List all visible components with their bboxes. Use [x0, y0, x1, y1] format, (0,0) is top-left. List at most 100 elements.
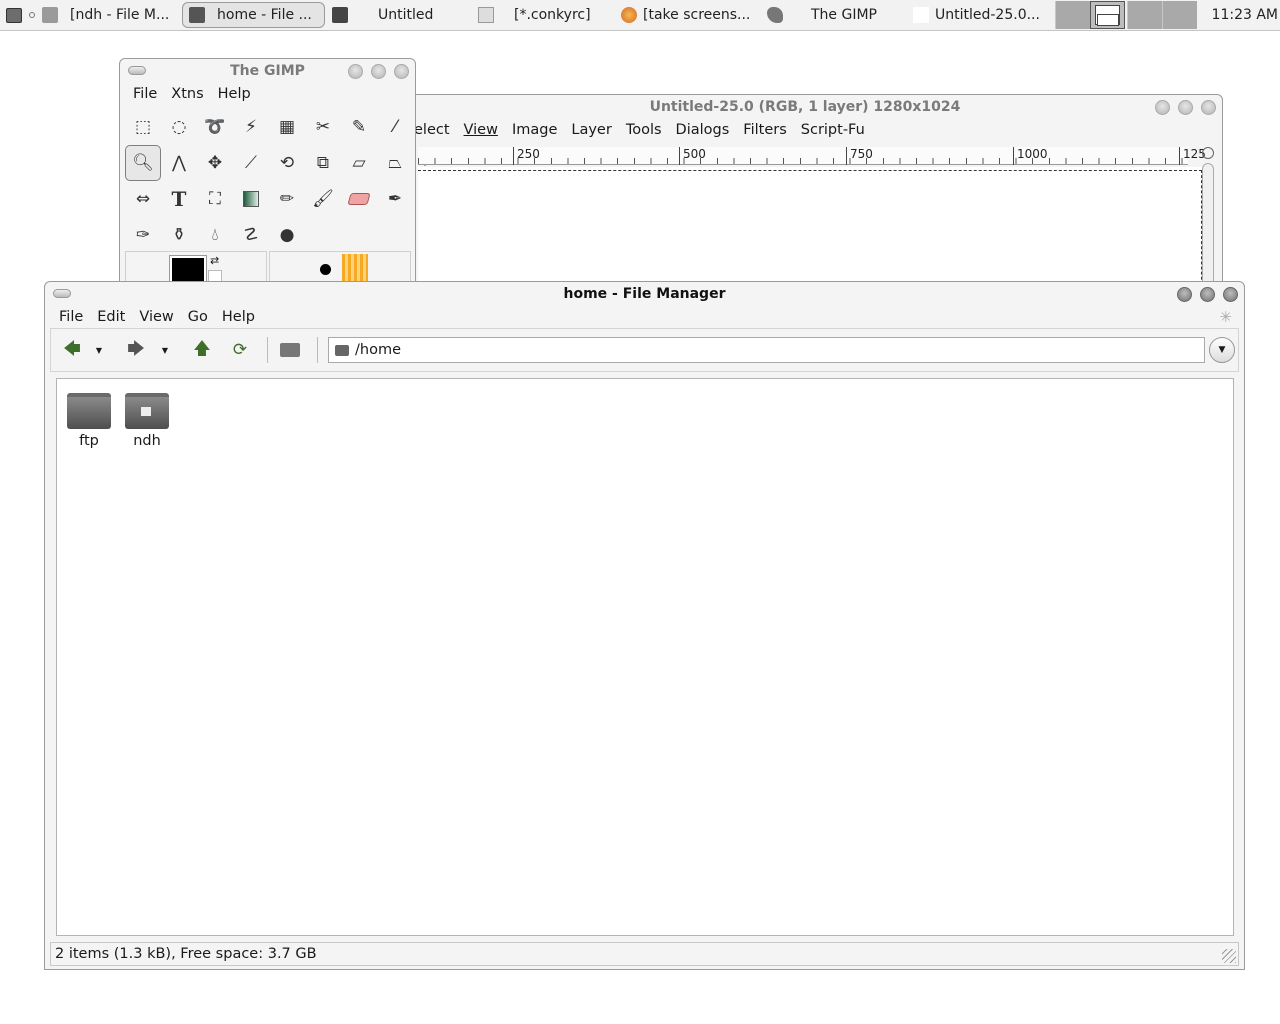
navigate-icon[interactable] — [1202, 147, 1214, 159]
menu-help[interactable]: Help — [222, 309, 255, 325]
workspace-2[interactable] — [1090, 1, 1125, 29]
home-button[interactable] — [277, 337, 303, 363]
pencil-icon[interactable]: ✏ — [269, 181, 305, 217]
menu-help[interactable]: Help — [218, 86, 251, 102]
dodge-burn-icon[interactable]: ● — [269, 217, 305, 253]
maximize-button[interactable] — [371, 64, 386, 79]
image-canvas[interactable] — [418, 167, 1202, 293]
file-manager-menubar: File Edit View Go Help — [45, 306, 1244, 328]
blur-icon[interactable]: 💧︎ — [197, 217, 233, 253]
fuzzy-select-icon[interactable]: ⚡ — [233, 109, 269, 145]
minimize-button[interactable] — [1155, 100, 1170, 115]
crop-icon[interactable]: ⟋ — [233, 145, 269, 181]
paintbrush-icon[interactable]: 🖌︎ — [305, 181, 341, 217]
clock[interactable]: 11:23 AM — [1212, 7, 1278, 23]
dot-icon — [29, 12, 35, 18]
rect-select-icon[interactable]: ⬚ — [125, 109, 161, 145]
loading-spinner-icon: ✳ — [1219, 308, 1232, 326]
flip-icon[interactable]: ⇔ — [125, 181, 161, 217]
pattern-preview[interactable] — [342, 254, 368, 282]
menu-image[interactable]: Image — [512, 122, 557, 138]
menu-edit[interactable]: Edit — [97, 309, 125, 325]
reload-button[interactable]: ⟳ — [227, 337, 253, 363]
back-history-dropdown-icon[interactable]: ▼ — [93, 337, 105, 363]
status-bar: 2 items (1.3 kB), Free space: 3.7 GB — [50, 942, 1239, 966]
window-titlebar[interactable]: Untitled-25.0 (RGB, 1 layer) 1280x1024 — [388, 95, 1222, 119]
select-by-color-icon[interactable]: ▦ — [269, 109, 305, 145]
text-icon[interactable]: T — [161, 181, 197, 217]
lasso-icon[interactable]: ➰ — [197, 109, 233, 145]
menu-select[interactable]: elect — [414, 122, 450, 138]
menu-script-fu[interactable]: Script-Fu — [801, 122, 865, 138]
swap-colors-icon[interactable]: ⇄ — [210, 254, 219, 267]
window-titlebar[interactable]: home - File Manager — [45, 282, 1244, 306]
list-item[interactable]: ndh — [117, 393, 177, 449]
smudge-icon[interactable]: ☡ — [233, 217, 269, 253]
vertical-scrollbar[interactable] — [1202, 163, 1214, 293]
task-ndh-file-manager[interactable]: [ndh - File M... — [42, 2, 177, 28]
scale-icon[interactable]: ⧉ — [305, 145, 341, 181]
menu-file[interactable]: File — [59, 309, 83, 325]
menu-view[interactable]: View — [139, 309, 173, 325]
color-picker-icon[interactable]: ⁄ — [377, 109, 413, 145]
task-label: [ndh - File M... — [70, 7, 170, 23]
ruler-label: 250 — [513, 147, 540, 165]
workspace-1[interactable] — [1055, 1, 1090, 29]
move-icon[interactable]: ✥ — [197, 145, 233, 181]
workspace-3[interactable] — [1127, 1, 1162, 29]
horizontal-ruler[interactable]: 250 500 750 1000 125 — [418, 147, 1206, 165]
menu-xtns[interactable]: Xtns — [171, 86, 203, 102]
perspective-icon[interactable]: ⏢ — [377, 145, 413, 181]
close-button[interactable] — [1201, 100, 1216, 115]
resize-grip-icon[interactable] — [1222, 949, 1236, 963]
menu-file[interactable]: File — [133, 86, 157, 102]
maximize-button[interactable] — [1200, 287, 1215, 302]
menu-filters[interactable]: Filters — [743, 122, 786, 138]
location-bar[interactable]: /home — [328, 337, 1205, 363]
window-titlebar[interactable]: The GIMP — [120, 59, 415, 83]
gradient-icon[interactable] — [233, 181, 269, 217]
task-untitled-image[interactable]: Untitled-25.0... — [913, 2, 1053, 28]
task-conkyrc[interactable]: [*.conkyrc] — [478, 2, 613, 28]
menu-layer[interactable]: Layer — [571, 122, 611, 138]
airbrush-icon[interactable]: ✒ — [377, 181, 413, 217]
menu-view[interactable]: View — [464, 122, 498, 138]
maximize-button[interactable] — [1178, 100, 1193, 115]
ellipse-select-icon[interactable]: ◌ — [161, 109, 197, 145]
paths-icon[interactable]: ✎ — [341, 109, 377, 145]
list-item[interactable]: ftp — [59, 393, 119, 449]
minimize-button[interactable] — [1177, 287, 1192, 302]
location-dropdown-button[interactable]: ▼ — [1209, 337, 1235, 363]
brush-preview-icon[interactable] — [320, 264, 331, 275]
close-button[interactable] — [1223, 287, 1238, 302]
task-untitled[interactable]: Untitled — [332, 2, 472, 28]
desktop-icon[interactable] — [6, 8, 22, 23]
window-menu-handle[interactable] — [53, 289, 71, 298]
zoom-icon[interactable]: 🔍︎ — [125, 145, 161, 181]
window-menu-handle[interactable] — [128, 66, 146, 75]
menu-dialogs[interactable]: Dialogs — [676, 122, 730, 138]
task-the-gimp[interactable]: The GIMP — [767, 2, 907, 28]
file-list-pane[interactable]: ftp ndh — [56, 378, 1234, 936]
menu-tools[interactable]: Tools — [626, 122, 662, 138]
minimize-button[interactable] — [348, 64, 363, 79]
clone-icon[interactable]: ⚱ — [161, 217, 197, 253]
scissors-icon[interactable]: ✂ — [305, 109, 341, 145]
forward-history-dropdown-icon[interactable]: ▼ — [159, 337, 171, 363]
task-home-file-manager[interactable]: home - File ... — [182, 2, 325, 28]
menu-go[interactable]: Go — [188, 309, 208, 325]
back-button[interactable]: 🡄 — [59, 337, 85, 363]
rotate-icon[interactable]: ⟲ — [269, 145, 305, 181]
close-button[interactable] — [394, 64, 409, 79]
shear-icon[interactable]: ▱ — [341, 145, 377, 181]
item-name: ndh — [133, 433, 161, 449]
ink-icon[interactable]: ✑ — [125, 217, 161, 253]
measure-icon[interactable]: ⋀ — [161, 145, 197, 181]
eraser-icon[interactable] — [341, 181, 377, 217]
workspace-4[interactable] — [1162, 1, 1197, 29]
forward-button[interactable]: 🡆 — [123, 337, 149, 363]
task-take-screenshot[interactable]: [take screens... — [621, 2, 761, 28]
bucket-fill-icon[interactable]: ⛶ — [197, 181, 233, 217]
up-button[interactable]: 🡅 — [189, 337, 215, 363]
gimp-toolbox-window: The GIMP File Xtns Help ⬚ ◌ ➰ ⚡ ▦ ✂ ✎ ⁄ … — [119, 58, 416, 298]
